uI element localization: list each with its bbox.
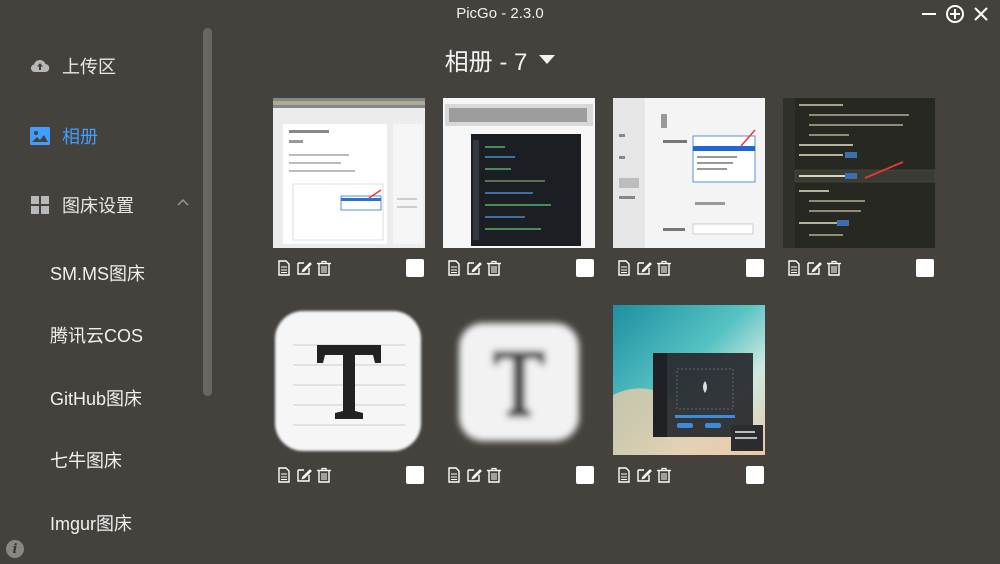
select-checkbox[interactable] bbox=[406, 466, 424, 484]
nav-gallery-label: 相册 bbox=[62, 127, 98, 147]
caret-down-icon bbox=[539, 55, 556, 64]
trash-icon[interactable] bbox=[485, 466, 503, 484]
image-actions bbox=[615, 259, 673, 277]
file-text-icon[interactable] bbox=[445, 259, 463, 277]
gallery-card bbox=[273, 98, 425, 277]
minimize-icon[interactable] bbox=[918, 3, 940, 25]
select-checkbox[interactable] bbox=[576, 466, 594, 484]
file-text-icon[interactable] bbox=[615, 466, 633, 484]
title-bar: PicGo - 2.3.0 bbox=[0, 0, 1000, 28]
image-thumbnail[interactable] bbox=[613, 98, 765, 248]
image-actions bbox=[615, 466, 673, 484]
edit-icon[interactable] bbox=[465, 259, 483, 277]
sidebar: 上传区 相册 图床设置 SM.MS图床 腾讯云COS GitHub图床 七牛图床… bbox=[0, 28, 215, 564]
image-actions bbox=[785, 259, 843, 277]
select-checkbox[interactable] bbox=[746, 259, 764, 277]
window-controls bbox=[918, 3, 992, 25]
sidebar-item-github[interactable]: GitHub图床 bbox=[50, 385, 142, 411]
nav-settings-group[interactable]: 图床设置 bbox=[30, 192, 190, 218]
edit-icon[interactable] bbox=[635, 259, 653, 277]
file-text-icon[interactable] bbox=[615, 259, 633, 277]
sidebar-item-qiniu[interactable]: 七牛图床 bbox=[50, 447, 122, 473]
image-icon bbox=[30, 126, 50, 146]
image-thumbnail[interactable] bbox=[613, 305, 765, 455]
trash-icon[interactable] bbox=[825, 259, 843, 277]
close-icon[interactable] bbox=[970, 3, 992, 25]
cloud-upload-icon bbox=[30, 56, 50, 76]
select-checkbox[interactable] bbox=[576, 259, 594, 277]
edit-icon[interactable] bbox=[465, 466, 483, 484]
image-thumbnail[interactable] bbox=[783, 98, 935, 248]
trash-icon[interactable] bbox=[315, 259, 333, 277]
gallery-card bbox=[273, 305, 425, 484]
select-checkbox[interactable] bbox=[406, 259, 424, 277]
file-text-icon[interactable] bbox=[785, 259, 803, 277]
image-thumbnail[interactable] bbox=[443, 305, 595, 455]
add-window-icon[interactable] bbox=[944, 3, 966, 25]
gallery-title-dropdown[interactable]: 相册 - 7 bbox=[400, 42, 600, 77]
image-thumbnail[interactable] bbox=[273, 98, 425, 248]
file-text-icon[interactable] bbox=[445, 466, 463, 484]
image-thumbnail[interactable] bbox=[443, 98, 595, 248]
edit-icon[interactable] bbox=[295, 259, 313, 277]
nav-settings-label: 图床设置 bbox=[62, 196, 134, 216]
nav-upload[interactable]: 上传区 bbox=[30, 53, 116, 79]
sidebar-scrollbar[interactable] bbox=[203, 28, 212, 396]
trash-icon[interactable] bbox=[315, 466, 333, 484]
gallery-card bbox=[613, 98, 765, 277]
grid-icon bbox=[30, 195, 50, 215]
edit-icon[interactable] bbox=[295, 466, 313, 484]
gallery-title: 相册 - 7 bbox=[444, 49, 528, 76]
image-actions bbox=[445, 466, 503, 484]
gallery-card bbox=[783, 98, 935, 277]
image-actions bbox=[445, 259, 503, 277]
file-text-icon[interactable] bbox=[275, 466, 293, 484]
gallery-card bbox=[613, 305, 765, 484]
app-title: PicGo - 2.3.0 bbox=[456, 5, 544, 22]
image-thumbnail[interactable] bbox=[273, 305, 425, 455]
nav-upload-label: 上传区 bbox=[62, 57, 116, 77]
trash-icon[interactable] bbox=[485, 259, 503, 277]
edit-icon[interactable] bbox=[805, 259, 823, 277]
trash-icon[interactable] bbox=[655, 259, 673, 277]
image-actions bbox=[275, 259, 333, 277]
file-text-icon[interactable] bbox=[275, 259, 293, 277]
trash-icon[interactable] bbox=[655, 466, 673, 484]
select-checkbox[interactable] bbox=[746, 466, 764, 484]
info-icon[interactable]: i bbox=[6, 540, 24, 558]
edit-icon[interactable] bbox=[635, 466, 653, 484]
gallery-card bbox=[443, 305, 595, 484]
gallery-card bbox=[443, 98, 595, 277]
sidebar-item-tencent-cos[interactable]: 腾讯云COS bbox=[50, 322, 143, 348]
nav-gallery[interactable]: 相册 bbox=[30, 123, 98, 149]
sidebar-item-imgur[interactable]: Imgur图床 bbox=[50, 510, 132, 536]
image-actions bbox=[275, 466, 333, 484]
sidebar-item-smms[interactable]: SM.MS图床 bbox=[50, 260, 145, 286]
select-checkbox[interactable] bbox=[916, 259, 934, 277]
chevron-up-icon bbox=[176, 194, 190, 215]
